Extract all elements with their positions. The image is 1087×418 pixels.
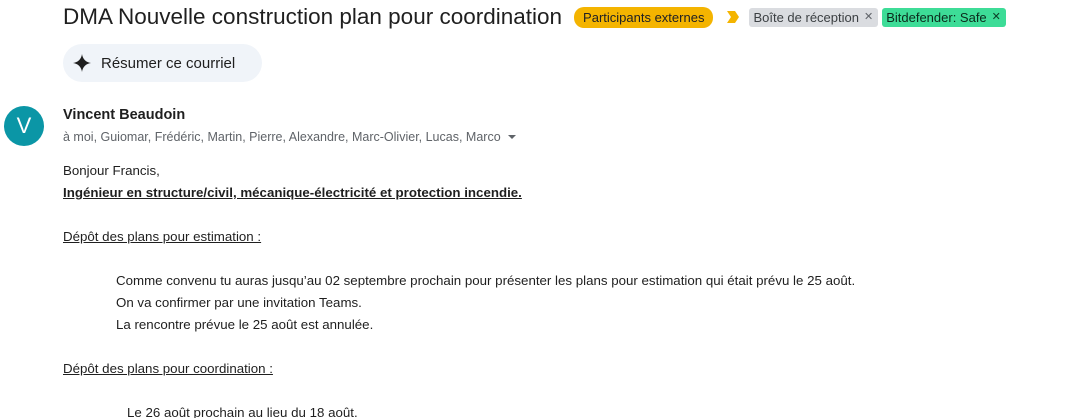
email-body: Bonjour Francis, Ingénieur en structure/… [63, 160, 855, 418]
importance-marker-icon[interactable] [725, 10, 741, 24]
inbox-label-text: Boîte de réception [753, 9, 859, 25]
email-subject: DMA Nouvelle construction plan pour coor… [63, 4, 563, 29]
external-participants-label[interactable]: Participants externes [574, 6, 714, 28]
close-icon[interactable]: ✕ [992, 10, 1001, 25]
bitdefender-label-chip[interactable]: Bitdefender: Safe ✕ [882, 7, 1006, 27]
bitdefender-label-text: Bitdefender: Safe [886, 9, 987, 25]
section-title-estimation: Dépôt des plans pour estimation : [63, 229, 262, 244]
section-title-coordination: Dépôt des plans pour coordination : [63, 361, 273, 376]
recipients-line: à moi, Guiomar, Frédéric, Martin, Pierre… [63, 130, 517, 144]
summarize-label: Résumer ce courriel [101, 54, 236, 72]
greeting: Bonjour Francis, [63, 163, 160, 178]
inbox-label-chip[interactable]: Boîte de réception ✕ [749, 7, 879, 27]
estimation-line: On va confirmer par une invitation Teams… [116, 295, 362, 310]
recipients-text: à moi, Guiomar, Frédéric, Martin, Pierre… [63, 130, 501, 144]
caret-down-icon[interactable] [507, 132, 517, 142]
estimation-line: La rencontre prévue le 25 août est annul… [116, 317, 374, 332]
coordination-line: Le 26 août prochain au lieu du 18 août. [127, 405, 358, 418]
sparkle-icon [73, 54, 91, 72]
avatar[interactable]: V [4, 106, 44, 146]
close-icon[interactable]: ✕ [864, 10, 873, 25]
estimation-line: Comme convenu tu auras jusqu’au 02 septe… [116, 273, 856, 288]
email-view: DMA Nouvelle construction plan pour coor… [0, 0, 1087, 418]
sender-name[interactable]: Vincent Beaudoin [63, 107, 185, 123]
body-heading: Ingénieur en structure/civil, mécanique-… [63, 185, 522, 200]
subject-row: DMA Nouvelle construction plan pour coor… [63, 4, 1006, 30]
summarize-email-button[interactable]: Résumer ce courriel [63, 44, 262, 82]
avatar-initial: V [16, 113, 32, 138]
